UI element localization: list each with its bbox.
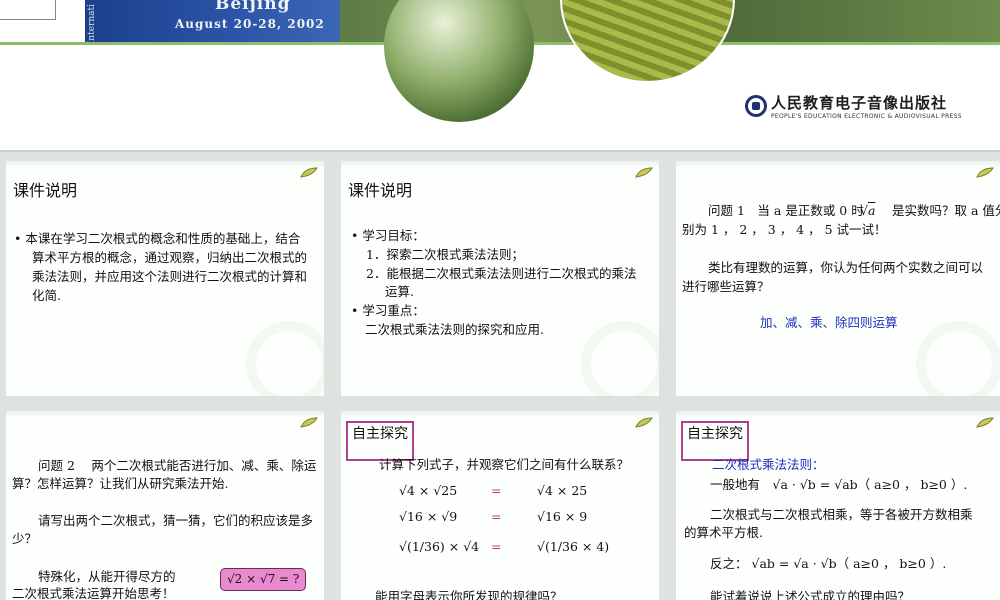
watermark-icon <box>246 321 324 396</box>
expr-right: √4 × 25 <box>537 483 588 498</box>
goal-2-cont: 运算. <box>385 284 414 299</box>
general-formula: 一般地有 √a · √b = √ab（ a≥0 ， b≥0 ）. <box>710 477 968 492</box>
rule-heading: 二次根式乘法法则： <box>712 457 825 472</box>
corn-photo-circle <box>384 0 534 122</box>
explain-line-1: 二次根式与二次根式相乘，等于各被开方数相乘 <box>710 507 973 522</box>
math-question-tag: √2 × √7 = ? <box>220 568 307 591</box>
publisher-emblem-icon <box>745 95 767 117</box>
reverse-formula: 反之： √ab = √a · √b（ a≥0 ， b≥0 ）. <box>710 556 947 571</box>
publisher-logo: 人民教育电子音像出版社 PEOPLE'S EDUCATION ELECTRONI… <box>745 92 962 120</box>
expr-right: √(1/36 × 4) <box>537 539 610 554</box>
question-1-line-1a: 问题 1 当 a 是正数或 0 时 <box>708 203 864 218</box>
slide-thumbnail-1[interactable]: 课件说明 • 本课在学习二次根式的概念和性质的基础上，结合 算术平方根的概念，通… <box>6 161 324 396</box>
expr-left: √4 × √25 <box>399 483 458 498</box>
slide-thumbnail-4[interactable]: 问题 2 两个二次根式能否进行加、减、乘、除运 算？怎样运算？让我们从研究乘法开… <box>6 411 324 600</box>
watermark-icon <box>581 321 659 396</box>
leaf-icon <box>300 417 318 428</box>
field-photo-circle <box>560 0 735 83</box>
leaf-icon <box>976 417 994 428</box>
focus-text: 二次根式乘法法则的探究和应用. <box>365 322 544 337</box>
explain-line-2: 的算术平方根. <box>684 525 763 540</box>
prompt: 计算下列式子，并观察它们之间有什么联系？ <box>379 457 630 472</box>
body-line: 乘法法则，并应用这个法则进行二次根式的计算和 <box>32 269 308 284</box>
bottom-question: 能用字母表示你所发现的规律吗？ <box>375 589 563 600</box>
question-1-line-2: 别为 1 ， 2 ， 3 ， 4 ， 5 试一试！ <box>682 222 887 237</box>
leaf-icon <box>635 167 653 178</box>
title-slide-banner[interactable]: Internati Beijing August 20-28, 2002 人民教… <box>0 0 1000 152</box>
poster-vertical-text: Internati <box>87 4 97 45</box>
prompt-line-2: 少？ <box>12 531 38 546</box>
goal-2: 2．能根据二次根式乘法法则进行二次根式的乘法 <box>366 266 637 281</box>
equals-sign: = <box>491 539 502 554</box>
expr-left: √16 × √9 <box>399 509 458 524</box>
sqrt-a-icon: √a <box>860 203 876 218</box>
conference-poster: Internati Beijing August 20-28, 2002 <box>85 0 340 45</box>
slide-thumbnail-3[interactable]: 问题 1 当 a 是正数或 0 时 √a 是实数吗？取 a 值分 别为 1 ， … <box>676 161 1000 396</box>
slide-thumbnail-5[interactable]: 自主探究 计算下列式子，并观察它们之间有什么联系？ √4 × √25 = √4 … <box>341 411 659 600</box>
expr-left: √(1/36) × √4 <box>399 539 480 554</box>
question-2-line-2: 算？怎样运算？让我们从研究乘法开始. <box>12 476 229 491</box>
poster-city: Beijing <box>215 0 291 14</box>
leaf-icon <box>976 167 994 178</box>
publisher-name-cn: 人民教育电子音像出版社 <box>771 94 948 112</box>
analogy-line-1: 类比有理数的运算，你认为任何两个实数之间可以 <box>708 260 984 275</box>
question-2-line-1: 问题 2 两个二次根式能否进行加、减、乘、除运 <box>38 458 317 473</box>
slide-title: 课件说明 <box>13 181 78 200</box>
slide-thumbnail-6[interactable]: 自主探究 二次根式乘法法则： 一般地有 √a · √b = √ab（ a≥0 ，… <box>676 411 1000 600</box>
poster-dates: August 20-28, 2002 <box>175 17 325 31</box>
analogy-line-2: 进行哪些运算？ <box>682 279 770 294</box>
white-box <box>0 0 56 20</box>
answer-text: 加、减、乘、除四则运算 <box>760 315 898 330</box>
leaf-icon <box>300 167 318 178</box>
watermark-icon <box>916 321 1000 396</box>
bullet-goals: • 学习目标： <box>351 228 425 243</box>
goal-1: 1．探索二次根式乘法法则； <box>366 247 524 262</box>
special-line-2: 二次根式乘法运算开始思考！ <box>12 586 175 600</box>
slide-title: 课件说明 <box>348 181 413 200</box>
body-bullet: • 本课在学习二次根式的概念和性质的基础上，结合 <box>14 231 301 246</box>
leaf-icon <box>635 417 653 428</box>
bottom-question: 能试着说说上述公式成立的理由吗？ <box>710 589 911 600</box>
banner-bottom-rule <box>0 150 1000 152</box>
question-1-line-1b: 是实数吗？取 a 值分 <box>892 203 1000 218</box>
body-line: 化简. <box>32 288 61 303</box>
equals-sign: = <box>491 509 502 524</box>
expr-right: √16 × 9 <box>537 509 588 524</box>
equals-sign: = <box>491 483 502 498</box>
body-line: 算术平方根的概念，通过观察，归纳出二次根式的 <box>32 250 308 265</box>
publisher-name-en: PEOPLE'S EDUCATION ELECTRONIC & AUDIOVIS… <box>771 113 962 120</box>
slide-thumbnail-2[interactable]: 课件说明 • 学习目标： 1．探索二次根式乘法法则； 2．能根据二次根式乘法法则… <box>341 161 659 396</box>
bullet-focus: • 学习重点： <box>351 303 425 318</box>
prompt-line-1: 请写出两个二次根式，猜一猜，它们的积应该是多 <box>38 513 314 528</box>
